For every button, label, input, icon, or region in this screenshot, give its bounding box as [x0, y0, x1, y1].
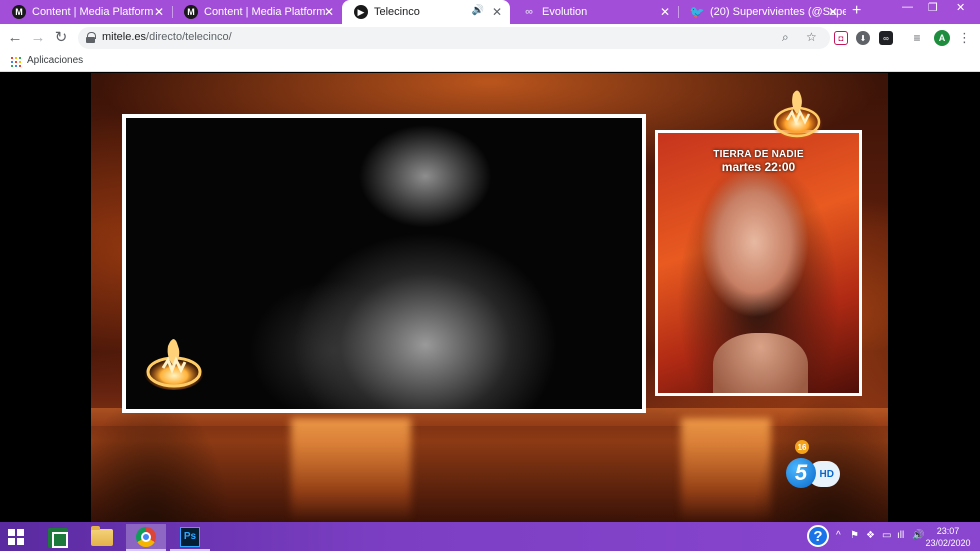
tray-chevron-icon[interactable]: ^: [836, 530, 841, 541]
reload-button[interactable]: ↻: [52, 29, 70, 47]
speaker-icon[interactable]: 🔊: [472, 5, 484, 16]
infinity-extension-icon[interactable]: ∞: [879, 31, 893, 45]
presenter-image: [713, 333, 808, 393]
windows-start-icon[interactable]: [8, 529, 24, 545]
tab-strip: M Content | Media Platform ✕ M Content |…: [0, 0, 980, 24]
folder-icon: [91, 526, 113, 546]
address-bar[interactable]: mitele.es/directo/telecinco/ ⌕ ☆: [78, 27, 830, 49]
taskbar-spreadsheet-app[interactable]: [38, 524, 78, 551]
forward-button[interactable]: →: [29, 29, 47, 47]
channel-logo: HD 5: [786, 457, 842, 489]
restore-button[interactable]: ❐: [928, 1, 938, 14]
close-icon[interactable]: ✕: [154, 5, 164, 19]
clock-time: 23:07: [936, 526, 960, 536]
tab-title: Content | Media Platform: [32, 6, 154, 18]
tab-title: Evolution: [542, 6, 588, 18]
close-icon[interactable]: ✕: [324, 5, 334, 19]
tab-title: (20) Supervivientes (@Supervivi: [710, 6, 846, 18]
tray-dropbox-icon[interactable]: ❖: [866, 530, 875, 541]
taskbar-file-explorer[interactable]: [82, 524, 122, 551]
pocket-extension-icon[interactable]: ◘: [834, 31, 848, 45]
close-window-button[interactable]: ✕: [956, 1, 965, 14]
tray-monitor-icon[interactable]: ▭: [882, 530, 891, 541]
promo-schedule: martes 22:00: [721, 160, 796, 174]
tab-title: Telecinco: [374, 6, 420, 18]
bookmark-star-icon[interactable]: ☆: [806, 30, 817, 44]
evolution-icon: ∞: [525, 6, 533, 18]
program-promo: TIERRA DE NADIE martes 22:00: [658, 149, 859, 173]
media-platform-icon: M: [184, 5, 198, 19]
tab-media-platform-2[interactable]: M Content | Media Platform ✕: [172, 0, 342, 24]
media-platform-icon: M: [12, 5, 26, 19]
apps-bookmark[interactable]: Aplicaciones: [27, 55, 83, 66]
zoom-icon[interactable]: ⌕: [782, 30, 789, 45]
close-icon[interactable]: ✕: [660, 5, 670, 19]
photoshop-icon: Ps: [180, 526, 200, 547]
back-button[interactable]: ←: [6, 29, 24, 47]
help-icon[interactable]: ?: [807, 525, 829, 547]
tab-evolution[interactable]: ∞ Evolution ✕: [510, 0, 678, 24]
apps-grid-icon[interactable]: [11, 57, 21, 67]
system-clock[interactable]: 23:07 23/02/2020: [922, 525, 974, 549]
tray-wifi-icon[interactable]: ıll: [897, 530, 904, 541]
profile-avatar[interactable]: A: [934, 30, 950, 46]
bookmarks-bar: Aplicaciones: [0, 52, 980, 72]
clock-date: 23/02/2020: [925, 538, 971, 548]
studio-camera-feed: TIERRA DE NADIE martes 22:00: [655, 130, 862, 396]
tab-title: Content | Media Platform: [204, 6, 326, 18]
supervivientes-logo-icon: [771, 90, 823, 140]
close-icon[interactable]: ✕: [492, 5, 502, 19]
live-camera-feed: [122, 114, 646, 413]
telecinco-icon: ▶: [354, 5, 368, 19]
browser-toolbar: ← → ↻ mitele.es/directo/telecinco/ ⌕ ☆ ◘…: [0, 24, 980, 52]
media-queue-icon[interactable]: ≡: [910, 31, 924, 45]
lock-icon[interactable]: [86, 32, 96, 43]
chrome-icon: [136, 526, 156, 547]
age-rating-badge: 16: [795, 440, 809, 454]
new-tab-button[interactable]: +: [852, 2, 861, 20]
supervivientes-logo-icon: [144, 339, 204, 390]
windows-taskbar: Ps ? ^ ⚑ ❖ ▭ ıll 🔊 23:07 23/02/2020: [0, 522, 980, 551]
spreadsheet-icon: [48, 527, 68, 548]
taskbar-chrome[interactable]: [126, 524, 166, 551]
tab-media-platform-1[interactable]: M Content | Media Platform ✕: [0, 0, 172, 24]
download-extension-icon[interactable]: ⬇: [856, 31, 870, 45]
minimize-button[interactable]: —: [902, 1, 913, 13]
sea-glow-left: [291, 418, 411, 522]
twitter-icon: 🐦: [689, 5, 705, 19]
video-player[interactable]: TIERRA DE NADIE martes 22:00 16 HD 5: [0, 73, 980, 522]
tab-supervivientes-twitter[interactable]: 🐦 (20) Supervivientes (@Supervivi ✕: [678, 0, 846, 24]
menu-kebab-icon[interactable]: ⋮: [958, 30, 971, 46]
taskbar-photoshop[interactable]: Ps: [170, 524, 210, 551]
tray-flag-icon[interactable]: ⚑: [850, 530, 859, 541]
telecinco-logo-icon: 5: [786, 458, 816, 488]
url-text[interactable]: mitele.es/directo/telecinco/: [102, 31, 232, 43]
tab-telecinco[interactable]: ▶ Telecinco 🔊 ✕: [342, 0, 510, 24]
close-icon[interactable]: ✕: [828, 5, 838, 19]
